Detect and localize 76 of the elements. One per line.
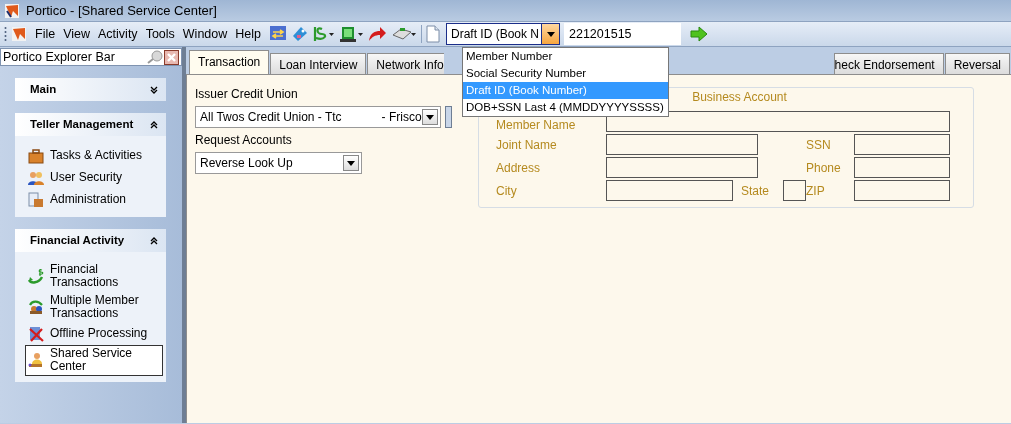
- users-icon: [28, 170, 44, 186]
- group-title: Teller Management: [30, 116, 134, 132]
- field-label: City: [496, 182, 518, 200]
- input-field[interactable]: [606, 180, 733, 201]
- field-label: SSN: [806, 136, 832, 154]
- group-header[interactable]: Financial Activity: [15, 229, 166, 252]
- request-accounts-dropdown[interactable]: Reverse Look Up: [195, 152, 362, 174]
- menu-item[interactable]: Help: [231, 24, 265, 44]
- transfer-icon[interactable]: [269, 25, 287, 43]
- tab[interactable]: Loan Interview: [270, 53, 367, 74]
- offline-icon: [28, 325, 44, 342]
- group-title: Main: [30, 81, 57, 97]
- tab[interactable]: Transaction: [189, 50, 270, 74]
- credit-union-dropdown[interactable]: All Twos Credit Union - Ttc - Frisco: [195, 106, 441, 128]
- field-label: Address: [496, 159, 542, 177]
- dropdown-option[interactable]: DOB+SSN Last 4 (MMDDYYYYSSSS): [463, 99, 668, 116]
- tab[interactable]: Network Info: [367, 53, 444, 74]
- lookup-button[interactable]: [444, 106, 452, 128]
- tag-icon[interactable]: [291, 25, 309, 43]
- expand-chevron-icon[interactable]: [150, 85, 158, 94]
- sidebar-item[interactable]: User Security: [25, 167, 163, 189]
- menu-item[interactable]: Tools: [141, 24, 179, 44]
- group-title: Financial Activity: [30, 232, 125, 248]
- dropdown-option[interactable]: Social Security Number: [463, 65, 668, 82]
- field-label: Phone: [806, 159, 842, 177]
- caret-icon: [546, 31, 555, 37]
- document-icon: [28, 192, 44, 208]
- redo-arrow-icon[interactable]: [367, 25, 387, 43]
- menu-item[interactable]: Activity: [94, 24, 142, 44]
- caret-icon: [347, 160, 355, 166]
- app-logo-icon: [4, 2, 20, 19]
- input-field[interactable]: [606, 157, 758, 178]
- menu-item[interactable]: View: [59, 24, 95, 44]
- briefcase-icon: [28, 148, 44, 164]
- field-label: ZIP: [806, 182, 826, 200]
- sidebar-item[interactable]: Tasks & Activities: [25, 145, 163, 167]
- collapse-chevron-icon[interactable]: [150, 120, 158, 129]
- panel-title: Business Account: [691, 90, 787, 105]
- group-header[interactable]: Main: [15, 78, 166, 101]
- field-label: Request Accounts: [195, 132, 293, 149]
- input-field[interactable]: [783, 180, 806, 201]
- input-field[interactable]: [854, 157, 950, 178]
- collapse-chevron-icon[interactable]: [150, 236, 158, 245]
- caret-icon: [425, 114, 434, 120]
- go-arrow-icon[interactable]: [690, 26, 708, 42]
- field-label: State: [741, 182, 771, 200]
- search-type-dropdown[interactable]: Draft ID (Book N: [446, 23, 560, 45]
- cash-register-icon[interactable]: [339, 25, 363, 43]
- group-arrow-icon: [28, 299, 44, 316]
- sidebar-item[interactable]: Multiple Member Transactions: [25, 291, 163, 323]
- search-field[interactable]: 221201515: [564, 23, 681, 45]
- input-field[interactable]: [606, 134, 758, 155]
- person-hand-icon: [28, 352, 44, 369]
- field-label: Issuer Credit Union: [195, 86, 299, 103]
- input-field[interactable]: [854, 180, 950, 201]
- field-label: Joint Name: [496, 136, 558, 154]
- sidebar-item[interactable]: Shared Service Center: [25, 344, 163, 376]
- close-icon[interactable]: [164, 49, 179, 65]
- field-label: Member Name: [496, 119, 577, 132]
- input-field[interactable]: [606, 111, 950, 132]
- dropdown-option[interactable]: Member Number: [463, 48, 668, 65]
- menu-item[interactable]: Window: [178, 24, 232, 44]
- menu-item[interactable]: File: [31, 24, 60, 44]
- sidebar-item[interactable]: Administration: [25, 189, 163, 211]
- group-header[interactable]: Teller Management: [15, 113, 166, 136]
- explorer-bar-title: Portico Explorer Bar: [3, 48, 116, 66]
- money-arrow-icon: [28, 268, 44, 285]
- printer-icon[interactable]: [391, 25, 417, 43]
- tab[interactable]: heck Endorsement: [833, 53, 944, 74]
- window-title: Portico - [Shared Service Center]: [26, 1, 217, 20]
- grip-icon: [4, 26, 7, 42]
- sidebar-item[interactable]: Financial Transactions: [25, 261, 163, 292]
- sidebar-item[interactable]: Offline Processing: [25, 322, 163, 345]
- tab[interactable]: Reversal: [944, 53, 1010, 74]
- input-field[interactable]: [854, 134, 950, 155]
- app-logo-icon[interactable]: [11, 26, 27, 42]
